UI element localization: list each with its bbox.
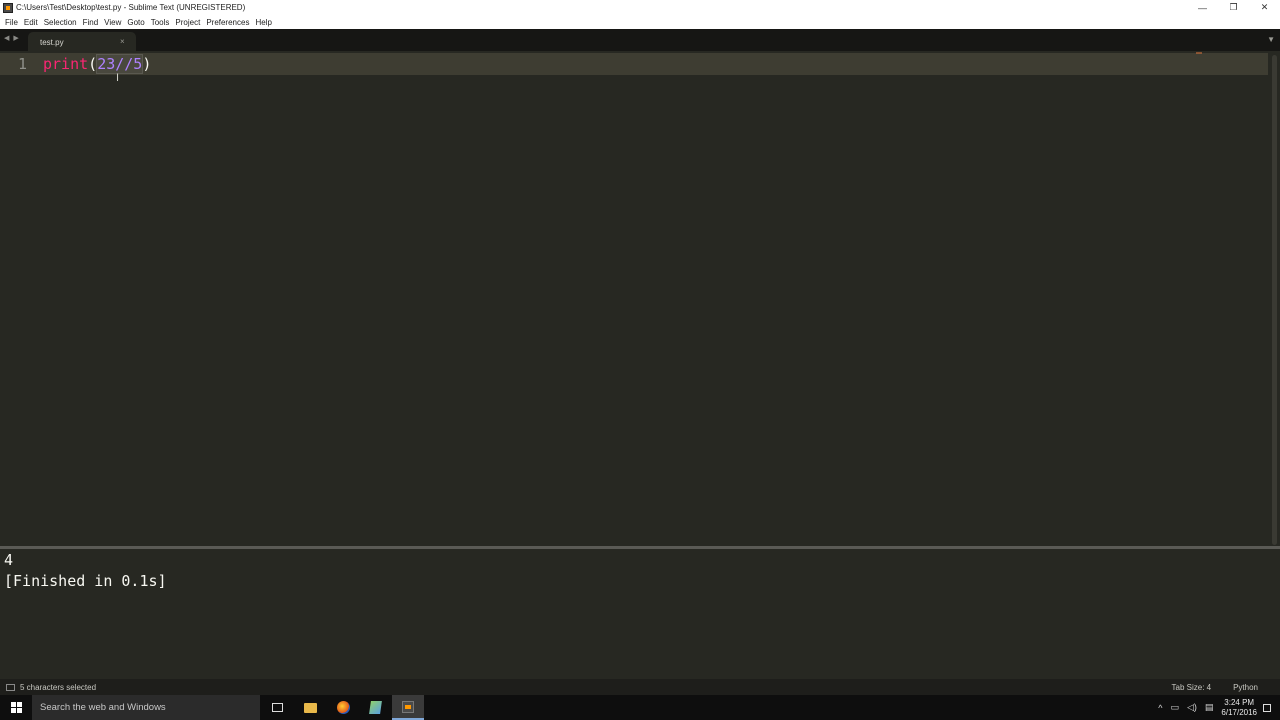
chevron-down-icon[interactable]: ▼ — [1267, 35, 1275, 44]
code-close-paren: ) — [142, 55, 152, 73]
menu-bar: File Edit Selection Find View Goto Tools… — [0, 15, 1280, 29]
taskbar-search-input[interactable]: Search the web and Windows — [32, 695, 260, 720]
notepadpp-button[interactable] — [359, 695, 391, 720]
task-view-button[interactable] — [261, 695, 293, 720]
window-title: C:\Users\Test\Desktop\test.py - Sublime … — [16, 3, 246, 12]
menu-selection[interactable]: Selection — [41, 18, 80, 27]
clock[interactable]: 3:24 PM 6/17/2016 — [1221, 698, 1257, 718]
status-right: Tab Size: 4 Python — [1172, 679, 1280, 695]
output-finished: [Finished in 0.1s] — [4, 572, 167, 590]
firefox-icon — [336, 701, 350, 714]
keyboard-icon[interactable]: ▤ — [1205, 702, 1214, 713]
start-button[interactable] — [0, 695, 32, 720]
menu-view[interactable]: View — [101, 18, 124, 27]
code-function: print — [43, 55, 89, 73]
build-output-panel: 4 [Finished in 0.1s] — [0, 549, 1280, 679]
menu-tools[interactable]: Tools — [148, 18, 173, 27]
notification-icon[interactable] — [1263, 703, 1271, 712]
menu-find[interactable]: Find — [80, 18, 102, 27]
windows-logo-icon — [10, 702, 22, 713]
system-tray: ^ ▭ ◁) ▤ 3:24 PM 6/17/2016 — [1158, 695, 1280, 720]
chevron-up-icon[interactable]: ^ — [1158, 703, 1162, 713]
minimap-marker — [1196, 52, 1202, 54]
syntax-indicator[interactable]: Python — [1233, 683, 1258, 692]
menu-goto[interactable]: Goto — [124, 18, 147, 27]
panel-toggle-icon[interactable] — [6, 683, 15, 691]
notepadpp-icon — [368, 701, 382, 714]
menu-project[interactable]: Project — [172, 18, 203, 27]
restore-button[interactable]: ❐ — [1218, 0, 1249, 15]
text-cursor-icon: I — [116, 72, 120, 84]
current-line-highlight — [0, 53, 1268, 75]
file-explorer-button[interactable] — [294, 695, 326, 720]
task-view-icon — [271, 703, 283, 712]
folder-icon — [303, 702, 317, 713]
volume-icon[interactable]: ◁) — [1187, 702, 1197, 713]
code-line[interactable]: print(23//5) — [43, 54, 152, 74]
menu-preferences[interactable]: Preferences — [203, 18, 252, 27]
close-button[interactable]: ✕ — [1249, 0, 1280, 15]
close-icon[interactable]: × — [120, 37, 125, 46]
menu-help[interactable]: Help — [252, 18, 274, 27]
windows-taskbar: Search the web and Windows ^ ▭ ◁) ▤ 3:24… — [0, 695, 1280, 720]
tab-nav: ◀ ▶ — [4, 34, 19, 42]
clock-time: 3:24 PM — [1224, 697, 1255, 707]
firefox-button[interactable] — [327, 695, 359, 720]
chevron-left-icon[interactable]: ◀ — [4, 34, 9, 42]
code-editor[interactable]: 1 print(23//5) I — [0, 51, 1280, 546]
tab-test-py[interactable]: test.py × — [28, 32, 136, 51]
code-selection: 23//5 — [96, 54, 144, 74]
line-number: 1 — [18, 55, 28, 73]
network-icon[interactable]: ▭ — [1170, 702, 1179, 713]
code-open-paren: ( — [88, 55, 98, 73]
menu-file[interactable]: File — [2, 18, 21, 27]
selection-status: 5 characters selected — [20, 682, 97, 692]
title-bar: C:\Users\Test\Desktop\test.py - Sublime … — [0, 0, 1280, 15]
output-result: 4 — [4, 551, 14, 569]
tab-bar: ◀ ▶ test.py × ▼ — [0, 29, 1280, 51]
sublime-icon — [402, 700, 414, 713]
menu-edit[interactable]: Edit — [21, 18, 41, 27]
editor-scrollbar[interactable] — [1272, 55, 1277, 545]
status-bar: 5 characters selected Tab Size: 4 Python — [0, 679, 1280, 695]
sublime-taskbar-button[interactable] — [392, 695, 424, 720]
tab-size-indicator[interactable]: Tab Size: 4 — [1172, 683, 1212, 692]
minimize-button[interactable]: — — [1187, 0, 1218, 15]
clock-date: 6/17/2016 — [1221, 707, 1257, 717]
tab-label: test.py — [40, 38, 64, 47]
window-controls: — ❐ ✕ — [1187, 0, 1280, 15]
chevron-right-icon[interactable]: ▶ — [13, 34, 18, 42]
sublime-app-icon — [3, 2, 13, 13]
